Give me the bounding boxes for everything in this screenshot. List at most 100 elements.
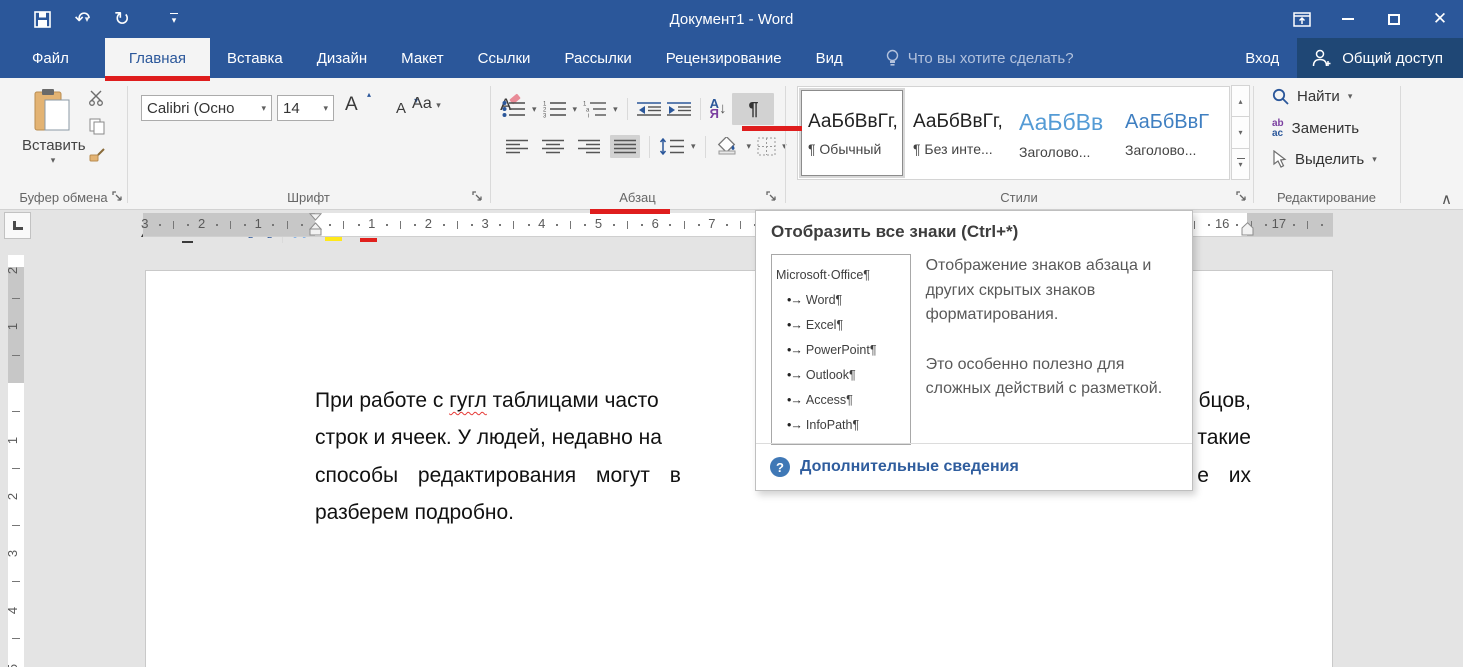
learn-more-link[interactable]: Дополнительные сведения [800,458,1019,476]
paste-label: Вставить [22,137,84,154]
cut-button[interactable] [88,90,106,106]
tab-references[interactable]: Ссылки [461,38,548,78]
maximize-icon [1388,14,1400,25]
close-icon: ✕ [1433,9,1447,29]
ruler-tick [726,224,728,226]
caret-down-icon: ▾ [1238,128,1242,137]
style-card-heading1[interactable]: АаБбВв Заголово... [1013,90,1115,176]
tab-layout[interactable]: Макет [384,38,460,78]
ruler-tick [287,221,288,229]
sort-button[interactable]: АЯ ↓ [710,99,727,120]
grow-font-button[interactable]: А▴ [345,94,363,115]
ruler-tick [1293,224,1295,226]
ribbon: Вставить ▾ Буфер обмена [0,78,1463,210]
paragraph-dialog-launcher[interactable] [766,191,778,203]
align-left-button[interactable] [502,135,532,158]
tab-mark-icon: •→ [787,393,802,407]
tab-file[interactable]: Файл [14,38,87,78]
style-card-no-spacing[interactable]: АаБбВвГг, ¶ Без инте... [907,90,1009,176]
doc-line-3-left: способы редактирования могут в [315,464,681,496]
arrow-down-icon: ↓ [719,103,727,115]
doc-line-1-right: бцов, [1199,389,1252,421]
shrink-font-button[interactable]: А▾ [396,100,410,117]
vertical-ruler[interactable]: 2112345 [8,255,24,667]
undo-button[interactable]: ↶ ▾ [62,4,102,34]
bullets-button[interactable] [502,100,526,118]
select-button[interactable]: Выделить ▾ [1272,150,1377,168]
minimize-icon [1342,18,1354,20]
sign-in-button[interactable]: Вход [1227,38,1297,78]
tooltip-body: Microsoft·Office¶ •→Word¶ •→Excel¶ •→Pow… [771,254,1177,445]
style-card-heading2[interactable]: АаБбВвГ Заголово... [1119,90,1221,176]
close-button[interactable]: ✕ [1417,0,1463,38]
align-right-button[interactable] [574,135,604,158]
align-center-button[interactable] [538,135,568,158]
paste-caret-icon: ▾ [22,156,84,165]
collapse-ribbon-button[interactable]: ∧ [1441,190,1452,208]
ruler-tick [272,224,274,226]
ribbon-display-options-button[interactable] [1279,0,1325,38]
save-button[interactable] [22,4,62,34]
redo-button[interactable]: ↻ [102,4,142,34]
ruler-tick [1208,224,1210,226]
paragraph-row1: ▾ 1 2 3 ▾ 1 a i ▾ [502,93,774,125]
font-size-combo[interactable]: 14 ▾ [277,95,334,121]
find-button[interactable]: Найти ▾ [1272,88,1352,105]
styles-scroll-down-button[interactable]: ▾ [1231,116,1250,148]
tooltip-footer: ? Дополнительные сведения [756,443,1192,490]
change-case-button[interactable]: Аа ▾ [412,95,441,113]
styles-group-label: Стили [785,190,1253,205]
caret-down-icon: ▾ [1238,160,1242,169]
ruler-number: 1 [5,323,20,330]
doc-line-4[interactable]: разберем подробно. [315,501,1251,533]
minimize-button[interactable] [1325,0,1371,38]
tab-design[interactable]: Дизайн [300,38,384,78]
ruler-tick [159,224,161,226]
paste-button[interactable]: Вставить ▾ [22,88,84,165]
chevron-down-icon: ▾ [613,105,618,114]
show-marks-tooltip: Отобразить все знаки (Ctrl+*) Microsoft·… [755,210,1193,491]
annotation-underline-home [105,76,210,81]
right-indent-marker[interactable] [1241,222,1254,236]
styles-more-button[interactable]: ▾ [1231,148,1250,180]
justify-button[interactable] [610,135,640,158]
numbering-button[interactable]: 1 2 3 [543,100,567,118]
decrease-indent-button[interactable] [637,101,661,117]
tab-home[interactable]: Главная [105,38,210,78]
chevron-down-icon: ▾ [172,15,177,26]
tab-stop-selector[interactable] [4,212,31,239]
ruler-number: 4 [538,216,545,231]
font-dialog-launcher[interactable] [472,191,484,203]
replace-button[interactable]: ab ac Заменить [1272,119,1359,138]
copy-button[interactable] [89,118,105,135]
paragraph-row2: ▾ ▾ ▾ [502,135,787,158]
styles-dialog-launcher[interactable] [1236,191,1248,203]
tab-insert[interactable]: Вставка [210,38,300,78]
window-controls: ✕ [1279,0,1463,38]
tab-review[interactable]: Рецензирование [649,38,799,78]
styles-scroll-up-button[interactable]: ▴ [1231,85,1250,117]
ruler-tick [584,224,586,226]
show-hide-marks-button[interactable]: ¶ [732,93,774,125]
clipboard-dialog-launcher[interactable] [112,191,124,203]
customize-qat-button[interactable]: ▾ [170,13,178,26]
tab-mailings[interactable]: Рассылки [547,38,648,78]
tell-me-box[interactable]: Что вы хотите сделать? [886,38,1074,78]
multilevel-list-button[interactable]: 1 a i [583,100,607,118]
font-group-label: Шрифт [127,190,490,205]
indent-markers[interactable] [309,213,322,236]
share-button[interactable]: Общий доступ [1297,38,1463,78]
tooltip-title: Отобразить все знаки (Ctrl+*) [771,222,1177,242]
style-card-normal[interactable]: АаБбВвГг, ¶ Обычный [801,90,903,176]
shading-button[interactable] [715,137,741,156]
line-spacing-button[interactable] [659,138,685,155]
ruler-tick [641,224,643,226]
font-name-combo[interactable]: Calibri (Осно ▾ [141,95,272,121]
align-right-icon [578,139,600,154]
tab-view[interactable]: Вид [799,38,860,78]
format-painter-button[interactable] [88,147,106,163]
borders-button[interactable] [757,137,776,156]
maximize-button[interactable] [1371,0,1417,38]
line-spacing-icon [659,138,685,155]
increase-indent-button[interactable] [667,101,691,117]
